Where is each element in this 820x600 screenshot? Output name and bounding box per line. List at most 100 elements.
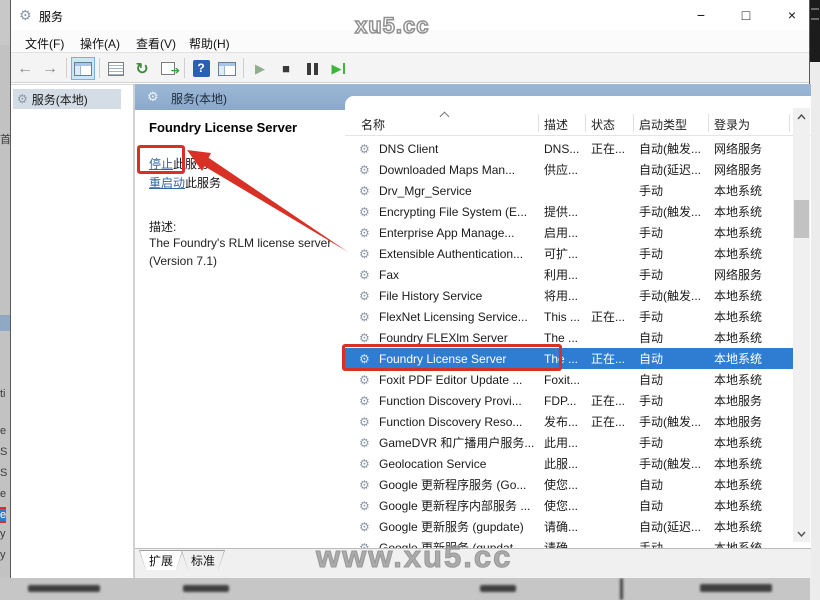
column-separator[interactable] (789, 114, 790, 132)
extended-pane-button[interactable] (215, 57, 239, 80)
table-row[interactable]: ⚙Function Discovery Reso...发布...正在...手动(… (345, 411, 794, 432)
table-row[interactable]: ⚙Drv_Mgr_Service手动本地系统 (345, 180, 794, 201)
column-separator[interactable] (585, 114, 586, 132)
column-separator[interactable] (708, 114, 709, 132)
table-row[interactable]: ⚙Downloaded Maps Man...供应...自动(延迟...网络服务 (345, 159, 794, 180)
toolbar-separator (243, 58, 244, 78)
table-row[interactable]: ⚙Google 更新程序服务 (Go...使您...自动本地系统 (345, 474, 794, 495)
play-icon: ▶ (255, 61, 265, 77)
service-startup-type: 手动 (639, 539, 714, 548)
show-console-tree-button[interactable] (71, 57, 95, 80)
column-header-startup[interactable]: 启动类型 (639, 116, 687, 133)
service-logon-as: 本地系统 (714, 182, 794, 199)
menu-view[interactable]: 查看(V) (130, 33, 182, 54)
list-header: 名称 描述 状态 启动类型 登录为 (345, 108, 811, 136)
service-description: Foxit... (544, 373, 591, 387)
column-separator[interactable] (538, 114, 539, 132)
service-logon-as: 本地系统 (714, 476, 794, 493)
scroll-up-icon[interactable] (793, 108, 810, 125)
table-row[interactable]: ⚙Geolocation Service此服...手动(触发...本地系统 (345, 453, 794, 474)
close-button[interactable]: × (777, 4, 807, 26)
menu-file[interactable]: 文件(F) (19, 33, 70, 54)
services-window: ⚙ 服务 − □ × 文件(F) 操作(A) 查看(V) 帮助(H) ← → ↻… (10, 0, 810, 578)
description-text-line1: The Foundry's RLM license server (149, 236, 339, 250)
background-divider-smudge (620, 578, 623, 600)
console-tree-icon (74, 62, 92, 76)
restart-service-link[interactable]: 重启动 (149, 176, 185, 190)
table-row[interactable]: ⚙Function Discovery Provi...FDP...正在...手… (345, 390, 794, 411)
table-row[interactable]: ⚙FlexNet Licensing Service...This ...正在.… (345, 306, 794, 327)
service-name: Extensible Authentication... (379, 247, 544, 261)
service-status: 正在... (591, 392, 639, 409)
tab-extended[interactable]: 扩展 (139, 550, 183, 570)
column-header-status[interactable]: 状态 (591, 116, 615, 133)
maximize-button[interactable]: □ (731, 4, 761, 26)
background-text-fragment: S (0, 467, 7, 479)
forward-arrow-icon: → (42, 60, 58, 78)
help-button[interactable]: ? (189, 57, 213, 80)
help-icon: ? (193, 60, 210, 77)
export-list-button[interactable]: ➔ (156, 57, 180, 80)
service-logon-as: 本地系统 (714, 518, 794, 535)
background-text-smudge (700, 584, 772, 592)
services-gear-icon: ⚙ (17, 92, 28, 106)
scrollbar-thumb[interactable] (794, 200, 809, 238)
service-logon-as: 本地系统 (714, 224, 794, 241)
refresh-button[interactable]: ↻ (130, 57, 154, 80)
column-separator[interactable] (633, 114, 634, 132)
properties-button[interactable] (104, 57, 128, 80)
column-header-name[interactable]: 名称 (361, 116, 385, 133)
service-gear-icon: ⚙ (359, 268, 379, 282)
tree-item-services-local[interactable]: ⚙ 服务(本地) (13, 89, 121, 109)
table-row[interactable]: ⚙DNS ClientDNS...正在...自动(触发...网络服务 (345, 138, 794, 159)
background-text-smudge (183, 585, 229, 592)
service-logon-as: 本地系统 (714, 371, 794, 388)
service-description: FDP... (544, 394, 591, 408)
service-name: Enterprise App Manage... (379, 226, 544, 240)
table-row[interactable]: ⚙GameDVR 和广播用户服务...此用...手动本地系统 (345, 432, 794, 453)
service-description: 可扩... (544, 245, 591, 262)
table-row[interactable]: ⚙Enterprise App Manage...启用...手动本地系统 (345, 222, 794, 243)
start-service-button[interactable]: ▶ (248, 57, 272, 80)
stop-service-button[interactable]: ■ (274, 57, 298, 80)
table-row[interactable]: ⚙Encrypting File System (E...提供...手动(触发.… (345, 201, 794, 222)
service-gear-icon: ⚙ (359, 415, 379, 429)
table-row[interactable]: ⚙Google 更新服务 (gupdate)请确...自动(延迟...本地系统 (345, 516, 794, 537)
column-header-logon[interactable]: 登录为 (714, 116, 750, 133)
service-gear-icon: ⚙ (359, 331, 379, 345)
column-header-desc[interactable]: 描述 (544, 116, 568, 133)
table-row[interactable]: ⚙Google 更新程序内部服务 ...使您...自动本地系统 (345, 495, 794, 516)
vertical-scrollbar[interactable] (793, 108, 810, 542)
back-button[interactable]: ← (13, 57, 37, 80)
scroll-down-icon[interactable] (793, 525, 810, 542)
toolbar-separator (66, 58, 67, 78)
table-row[interactable]: ⚙File History Service将用...手动(触发...本地系统 (345, 285, 794, 306)
background-text-fragment: y (0, 549, 6, 561)
service-description: DNS... (544, 142, 591, 156)
table-row[interactable]: ⚙Extensible Authentication...可扩...手动本地系统 (345, 243, 794, 264)
service-name: Google 更新服务 (gupdate) (379, 518, 544, 535)
service-startup-type: 自动 (639, 476, 714, 493)
minimize-button[interactable]: − (686, 4, 716, 26)
service-gear-icon: ⚙ (359, 520, 379, 534)
service-name: Drv_Mgr_Service (379, 184, 544, 198)
service-startup-type: 手动 (639, 266, 714, 283)
tab-standard[interactable]: 标准 (181, 550, 225, 570)
menu-help[interactable]: 帮助(H) (183, 33, 236, 54)
table-row[interactable]: ⚙Foxit PDF Editor Update ...Foxit...自动本地… (345, 369, 794, 390)
description-text-line2: (Version 7.1) (149, 254, 339, 268)
restart-service-button[interactable]: ▶ (326, 57, 350, 80)
background-text-smudge (28, 585, 100, 592)
service-description: 请确... (544, 539, 591, 548)
forward-button[interactable]: → (38, 57, 62, 80)
table-row[interactable]: ⚙Fax利用...手动网络服务 (345, 264, 794, 285)
service-gear-icon: ⚙ (359, 436, 379, 450)
menu-action[interactable]: 操作(A) (74, 33, 126, 54)
service-description: 请确... (544, 518, 591, 535)
pause-service-button[interactable] (300, 57, 324, 80)
service-startup-type: 手动(触发... (639, 413, 714, 430)
service-description: 此服... (544, 455, 591, 472)
sort-ascending-icon (441, 110, 449, 118)
service-logon-as: 本地系统 (714, 350, 794, 367)
annotation-box-stop-link (137, 145, 185, 174)
